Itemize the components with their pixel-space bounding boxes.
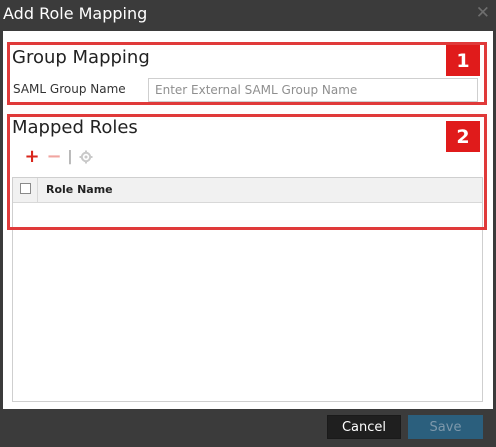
table-row-divider	[13, 227, 482, 228]
dialog-titlebar: Add Role Mapping ✕	[0, 0, 496, 31]
column-header-role-name[interactable]: Role Name	[46, 183, 113, 196]
mapped-roles-toolbar: + − |	[21, 148, 97, 166]
saml-group-name-label: SAML Group Name	[13, 82, 126, 96]
settings-icon-graphic	[79, 150, 93, 164]
toolbar-separator: |	[67, 149, 73, 165]
saml-group-name-input[interactable]	[148, 78, 478, 102]
dialog-title: Add Role Mapping	[3, 4, 148, 23]
group-mapping-title: Group Mapping	[12, 47, 150, 68]
remove-icon[interactable]: −	[43, 148, 65, 166]
add-role-mapping-dialog: Add Role Mapping ✕ Group Mapping SAML Gr…	[0, 0, 496, 447]
checkbox-icon[interactable]	[20, 183, 31, 194]
dialog-body: Group Mapping SAML Group Name Mapped Rol…	[3, 31, 493, 409]
callout-badge-1: 1	[446, 45, 480, 76]
table-header: Role Name	[13, 178, 482, 203]
settings-icon[interactable]	[75, 148, 97, 166]
callout-badge-2: 2	[446, 121, 480, 152]
mapped-roles-title: Mapped Roles	[12, 117, 138, 138]
mapped-roles-table: Role Name	[12, 177, 483, 402]
dialog-footer: Cancel Save	[0, 409, 496, 447]
cancel-button[interactable]: Cancel	[327, 415, 401, 439]
add-icon[interactable]: +	[21, 148, 43, 166]
save-button[interactable]: Save	[408, 415, 483, 439]
select-all-cell	[13, 178, 38, 202]
close-icon[interactable]: ✕	[476, 5, 490, 22]
